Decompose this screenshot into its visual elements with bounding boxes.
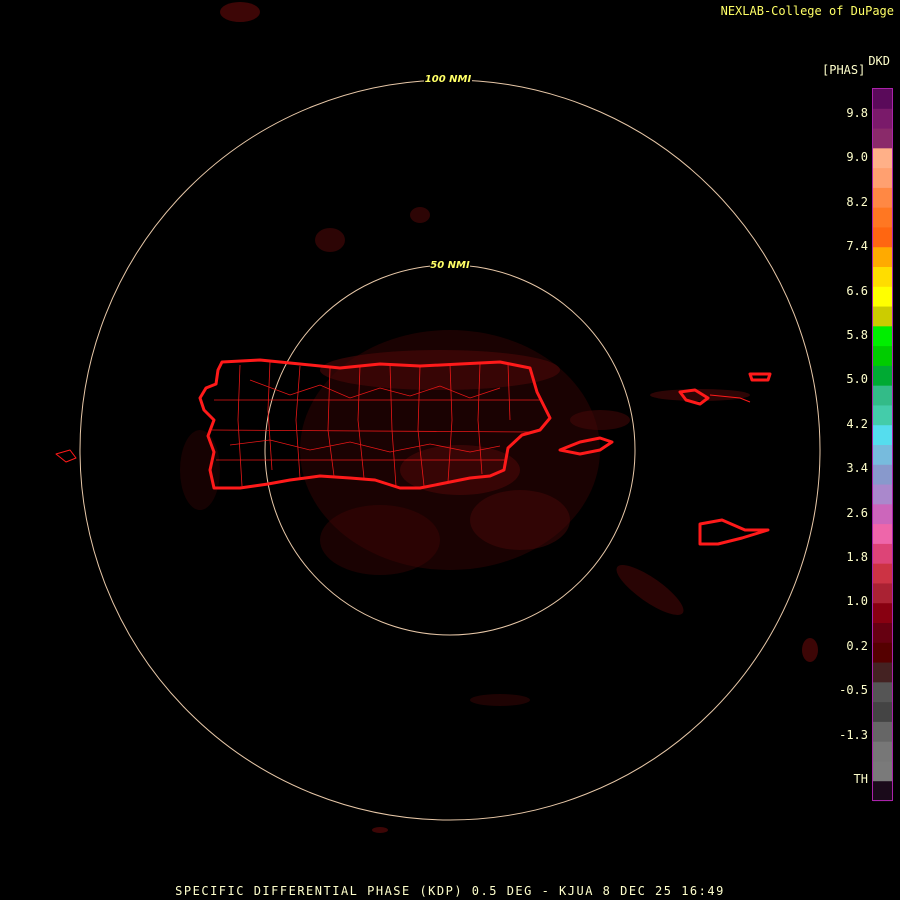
radar-echoes [180,2,818,833]
colorbar-label: -0.5 [839,683,868,698]
colorbar-cell [873,543,892,565]
colorbar-cell [873,563,892,584]
colorbar-label: 1.0 [846,594,868,609]
colorbar-cell [873,623,892,644]
colorbar-cell [873,385,892,406]
colorbar-cell [873,662,892,683]
colorbar-label: 1.8 [846,550,868,564]
colorbar-cell [873,148,892,169]
colorbar-label: 3.4 [846,461,868,476]
colorbar-cell [873,227,892,248]
colorbar-cell [873,267,892,288]
colorbar-cell [873,781,892,802]
colorbar-label: 9.0 [846,150,868,165]
colorbar-cell [873,108,892,130]
units-code: DKD [868,54,890,68]
colorbar-cell [873,326,892,347]
colorbar-cell [873,642,892,664]
colorbar-label: 5.8 [846,328,868,342]
colorbar-cell [873,247,892,268]
colorbar-cell [873,504,892,525]
units-label: [PHAS] [822,63,866,77]
colorbar-cell [873,603,892,624]
colorbar-label: 2.6 [846,505,868,520]
colorbar-cell [873,741,892,762]
colorbar-cell [873,445,892,466]
colorbar-cell [873,346,892,367]
colorbar-label: 0.2 [846,638,868,653]
colorbar-label: 9.8 [846,106,868,120]
colorbar-cell [873,286,892,308]
colorbar-cell [873,583,892,604]
colorbar-cell [873,168,892,189]
colorbar-label: -1.3 [839,727,868,742]
colorbar-cell [873,464,892,486]
colorbar-cell [873,405,892,426]
credit-text: NEXLAB-College of DuPage [720,4,894,18]
colorbar-cell [873,306,892,327]
range-ring-100-label: 100 NMI [425,74,472,85]
colorbar-cell [873,365,892,387]
colorbar-cell [873,187,892,209]
colorbar-label: 7.4 [846,239,868,254]
colorbar-label: 5.0 [846,372,868,387]
colorbar-cell [873,89,892,110]
colorbar-cell [873,761,892,782]
range-ring-50-label: 50 NMI [430,260,470,271]
colorbar-label: 4.2 [846,416,868,431]
colorbar-cell [873,682,892,703]
colorbar-label: TH [853,772,868,786]
colorbar-cell [873,702,892,723]
radar-map: 100 NMI 50 NMI [55,2,821,833]
colorbar [872,88,893,802]
colorbar-cell [873,425,892,446]
colorbar-cell [873,721,892,743]
colorbar-cell [873,484,892,505]
colorbar-label: 8.2 [846,194,868,209]
colorbar-cell [873,128,892,149]
colorbar-cell [873,207,892,228]
product-caption: SPECIFIC DIFFERENTIAL PHASE (KDP) 0.5 DE… [175,884,725,898]
colorbar-cell [873,524,892,545]
colorbar-label: 6.6 [846,283,868,298]
